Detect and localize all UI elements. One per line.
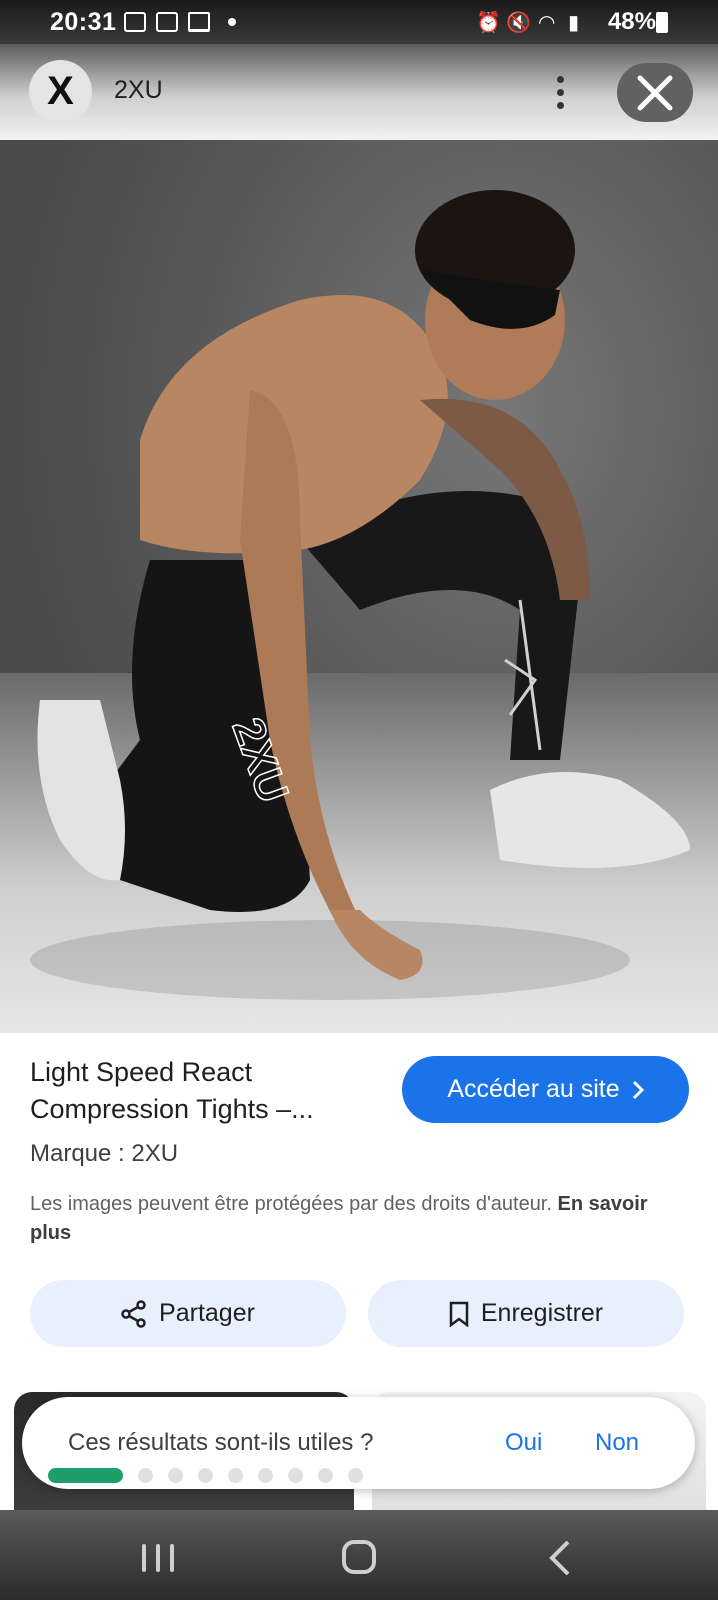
progress-current	[48, 1467, 123, 1483]
save-label: Enregistrer	[480, 1299, 604, 1327]
share-button[interactable]: Partager	[30, 1280, 346, 1347]
product-image[interactable]: 2XU	[0, 140, 718, 1033]
source-header: X 2XU	[0, 44, 718, 140]
status-time: 20:31	[50, 8, 117, 36]
progress-dot	[198, 1467, 213, 1483]
back-button[interactable]	[548, 1540, 572, 1576]
chevron-right-icon	[632, 1080, 644, 1099]
close-button[interactable]	[617, 63, 693, 122]
feedback-progress	[48, 1467, 363, 1483]
feedback-prompt: Ces résultats sont-ils utiles ? Oui Non	[22, 1397, 695, 1489]
mute-icon: 🔇	[506, 12, 531, 34]
home-button[interactable]	[342, 1540, 376, 1574]
logo-text: X	[47, 69, 74, 113]
status-bar: 20:31 ⏰ 🔇 ◠ ▮ 48%	[0, 0, 718, 44]
product-brand: Marque : 2XU	[30, 1140, 179, 1167]
share-icon	[121, 1299, 146, 1328]
product-title[interactable]: Light Speed React Compression Tights –..…	[30, 1054, 370, 1128]
copyright-text: Les images peuvent être protégées par de…	[30, 1193, 552, 1215]
close-icon	[637, 75, 673, 110]
feedback-question: Ces résultats sont-ils utiles ?	[68, 1429, 374, 1456]
site-name[interactable]: 2XU	[114, 76, 163, 105]
visit-site-button[interactable]: Accéder au site	[402, 1056, 689, 1123]
progress-dot	[228, 1467, 243, 1483]
gallery-notification-icon	[124, 12, 146, 32]
wifi-icon: ◠	[538, 12, 556, 34]
progress-dot	[318, 1467, 333, 1483]
save-button[interactable]: Enregistrer	[368, 1280, 684, 1347]
app-notification-icon	[188, 12, 210, 32]
copyright-notice: Les images peuvent être protégées par de…	[30, 1190, 670, 1248]
product-title-line1: Light Speed React	[30, 1057, 253, 1087]
signal-icon: ▮	[568, 12, 580, 34]
photo-notification-icon	[156, 12, 178, 32]
system-nav-bar	[0, 1510, 718, 1600]
alarm-icon: ⏰	[476, 12, 501, 34]
more-notifications-icon	[228, 18, 236, 26]
feedback-no-button[interactable]: Non	[595, 1429, 639, 1457]
product-title-line2: Compression Tights –...	[30, 1094, 314, 1124]
recent-apps-button[interactable]	[142, 1544, 174, 1572]
progress-dot	[168, 1467, 183, 1483]
more-options-icon[interactable]	[546, 72, 574, 112]
progress-dot	[348, 1467, 363, 1483]
battery-icon	[656, 12, 668, 33]
feedback-yes-button[interactable]: Oui	[505, 1429, 542, 1457]
progress-dot	[288, 1467, 303, 1483]
site-logo[interactable]: X	[29, 60, 92, 123]
battery-percentage: 48%	[607, 8, 656, 35]
progress-dot	[258, 1467, 273, 1483]
athlete-illustration: 2XU	[30, 190, 690, 1000]
visit-site-label: Accéder au site	[447, 1075, 620, 1103]
share-label: Partager	[159, 1299, 255, 1327]
progress-dot	[138, 1467, 153, 1483]
bookmark-icon	[449, 1301, 469, 1327]
